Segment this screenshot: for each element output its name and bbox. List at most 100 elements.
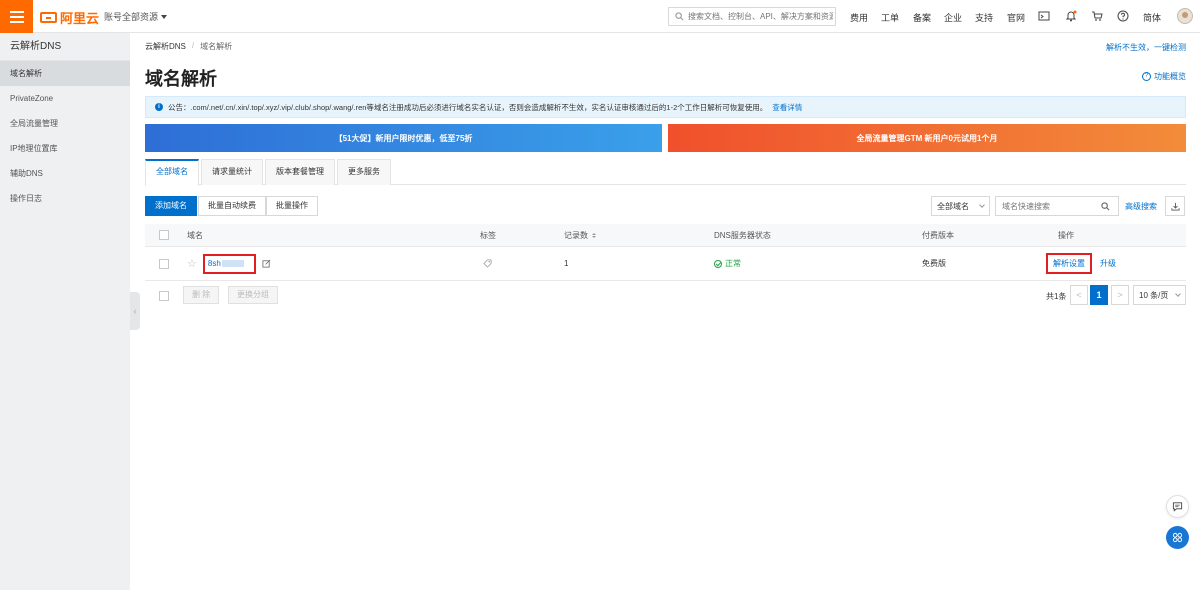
domain-filter-select[interactable]: 全部域名 bbox=[931, 196, 990, 216]
sidebar-collapse-handle[interactable]: ‹ bbox=[130, 292, 140, 330]
nav-icp[interactable]: 备案 bbox=[913, 11, 931, 24]
batch-operations-button[interactable]: 批量操作 bbox=[266, 196, 318, 216]
nav-billing[interactable]: 费用 bbox=[850, 11, 868, 24]
row-cell-tags bbox=[483, 247, 492, 280]
chat-icon bbox=[1172, 502, 1183, 512]
tag-icon[interactable] bbox=[483, 259, 492, 268]
sidebar-item-ip-geo[interactable]: IP地理位置库 bbox=[0, 136, 130, 161]
prev-page-button[interactable]: < bbox=[1070, 285, 1088, 305]
nav-support[interactable]: 支持 bbox=[975, 11, 993, 24]
tab-all-domains[interactable]: 全部域名 bbox=[145, 159, 199, 186]
sort-icon[interactable] bbox=[592, 232, 596, 238]
upgrade-link[interactable]: 升级 bbox=[1100, 258, 1116, 269]
dns-status-badge: 正常 bbox=[714, 258, 741, 269]
export-button[interactable] bbox=[1165, 196, 1185, 216]
language-switch[interactable]: 简体 bbox=[1143, 11, 1161, 24]
action-highlight-box: 解析设置 bbox=[1046, 253, 1092, 274]
account-resource-select[interactable]: 账号全部资源 bbox=[104, 10, 168, 23]
menu-line bbox=[9, 20, 24, 23]
next-page-button[interactable]: > bbox=[1111, 285, 1129, 305]
chevron-down-icon bbox=[1175, 291, 1181, 297]
feedback-button[interactable] bbox=[1166, 495, 1189, 518]
chevron-down-icon bbox=[979, 202, 985, 208]
promo-banner-right-text: 全局流量管理GTM 新用户0元试用1个月 bbox=[856, 133, 998, 143]
domain-highlight-box: 8sh bbox=[202, 253, 256, 274]
select-all-checkbox[interactable] bbox=[159, 230, 169, 240]
total-count: 共1条 bbox=[1046, 292, 1067, 301]
promo-banner-left[interactable]: 【51大促】新用户限时优惠，低至75折 bbox=[145, 124, 662, 152]
header-plan: 付费版本 bbox=[922, 230, 954, 240]
announcement-details-link[interactable]: 查看详情 bbox=[772, 102, 802, 113]
row-cell-records: 1 bbox=[564, 259, 569, 268]
advanced-search-link[interactable]: 高级搜索 bbox=[1125, 201, 1157, 212]
sidebar-item-secondary-dns[interactable]: 辅助DNS bbox=[0, 161, 130, 186]
account-select-label: 账号全部资源 bbox=[104, 12, 159, 22]
sidebar-item-domain-resolution[interactable]: 域名解析 bbox=[0, 61, 130, 86]
page-size-value: 10 条/页 bbox=[1139, 290, 1169, 300]
menu-line bbox=[9, 10, 24, 13]
row-checkbox[interactable] bbox=[159, 258, 169, 269]
edit-icon[interactable] bbox=[262, 259, 271, 268]
menu-line bbox=[9, 15, 24, 18]
footer-select-all-checkbox[interactable] bbox=[159, 291, 169, 301]
sidebar-item-privatezone[interactable]: PrivateZone bbox=[0, 86, 130, 111]
feature-overview-label: 功能概览 bbox=[1154, 72, 1186, 81]
quick-apps-button[interactable] bbox=[1166, 526, 1189, 549]
domain-table: 域名 标签 记录数 DNS服务器状态 付费版本 操作 ☆ 8sh 1 正常 免费… bbox=[145, 224, 1186, 281]
caret-down-icon bbox=[161, 14, 168, 19]
cart-icon[interactable] bbox=[1091, 10, 1103, 22]
row-cell-actions: 解析设置 升级 bbox=[1046, 247, 1116, 280]
info-icon: i bbox=[155, 103, 163, 111]
tab-bar: 全部域名 请求量统计 版本套餐管理 更多服务 bbox=[145, 159, 1186, 186]
top-navbar: 阿里云 账号全部资源 费用 工单 备案 企业 支持 官网 简体 bbox=[0, 0, 1200, 33]
hamburger-menu-button[interactable] bbox=[0, 0, 33, 33]
terminal-icon[interactable] bbox=[1038, 10, 1050, 22]
add-domain-button[interactable]: 添加域名 bbox=[145, 196, 197, 216]
global-search-input[interactable] bbox=[688, 12, 833, 21]
sort-up-arrow bbox=[592, 232, 596, 235]
tab-plan-management[interactable]: 版本套餐管理 bbox=[265, 159, 335, 185]
promo-banner-right[interactable]: 全局流量管理GTM 新用户0元试用1个月 bbox=[668, 124, 1186, 152]
sort-down-arrow bbox=[592, 235, 596, 238]
sidebar-item-operation-log[interactable]: 操作日志 bbox=[0, 186, 130, 211]
dns-settings-link[interactable]: 解析设置 bbox=[1053, 258, 1085, 269]
feature-overview-link[interactable]: ? 功能概览 bbox=[1142, 71, 1186, 82]
global-search[interactable] bbox=[668, 7, 836, 26]
redacted-mask bbox=[221, 260, 244, 267]
table-header: 域名 标签 记录数 DNS服务器状态 付费版本 操作 bbox=[145, 224, 1186, 247]
download-icon bbox=[1170, 202, 1180, 211]
header-tags: 标签 bbox=[480, 230, 496, 240]
help-icon[interactable] bbox=[1117, 10, 1129, 22]
header-records[interactable]: 记录数 bbox=[564, 224, 596, 246]
nav-tickets[interactable]: 工单 bbox=[881, 11, 899, 24]
search-icon bbox=[675, 12, 684, 21]
page-title: 域名解析 bbox=[145, 69, 217, 89]
header-actions: 操作 bbox=[1058, 230, 1074, 240]
bell-icon[interactable] bbox=[1065, 10, 1077, 22]
row-cell-plan: 免费版 bbox=[922, 259, 946, 268]
delete-button[interactable]: 删 除 bbox=[183, 286, 220, 304]
search-icon[interactable] bbox=[1101, 201, 1110, 211]
page-1-button[interactable]: 1 bbox=[1090, 285, 1108, 305]
batch-auto-renew-button[interactable]: 批量自动续费 bbox=[198, 196, 266, 216]
domain-cell-content: ☆ 8sh bbox=[187, 253, 271, 274]
domain-name-link[interactable]: 8sh bbox=[208, 259, 221, 268]
aliyun-logo-icon bbox=[40, 11, 57, 23]
user-avatar[interactable] bbox=[1177, 8, 1193, 24]
domain-quick-search[interactable] bbox=[995, 196, 1119, 216]
domain-quick-search-input[interactable] bbox=[1002, 201, 1097, 211]
star-icon[interactable]: ☆ bbox=[187, 257, 197, 270]
change-group-button[interactable]: 更换分组 bbox=[228, 286, 278, 304]
table-footer: 删 除 更换分组 共1条 < 1 > 10 条/页 bbox=[145, 285, 1186, 307]
sidebar-title: 云解析DNS bbox=[0, 33, 130, 61]
breadcrumb-root[interactable]: 云解析DNS bbox=[145, 41, 186, 52]
aliyun-logo[interactable]: 阿里云 bbox=[40, 7, 99, 27]
announcement-text: 公告：.com/.net/.cn/.xin/.top/.xyz/.vip/.cl… bbox=[168, 102, 768, 112]
tab-more-services[interactable]: 更多服务 bbox=[337, 159, 391, 185]
nav-official-site[interactable]: 官网 bbox=[1007, 11, 1025, 24]
page-size-select[interactable]: 10 条/页 bbox=[1133, 285, 1186, 305]
diagnose-link[interactable]: 解析不生效，一键检测 bbox=[1106, 42, 1186, 53]
sidebar-item-global-traffic[interactable]: 全局流量管理 bbox=[0, 111, 130, 136]
nav-enterprise[interactable]: 企业 bbox=[944, 11, 962, 24]
tab-request-stats[interactable]: 请求量统计 bbox=[201, 159, 263, 185]
